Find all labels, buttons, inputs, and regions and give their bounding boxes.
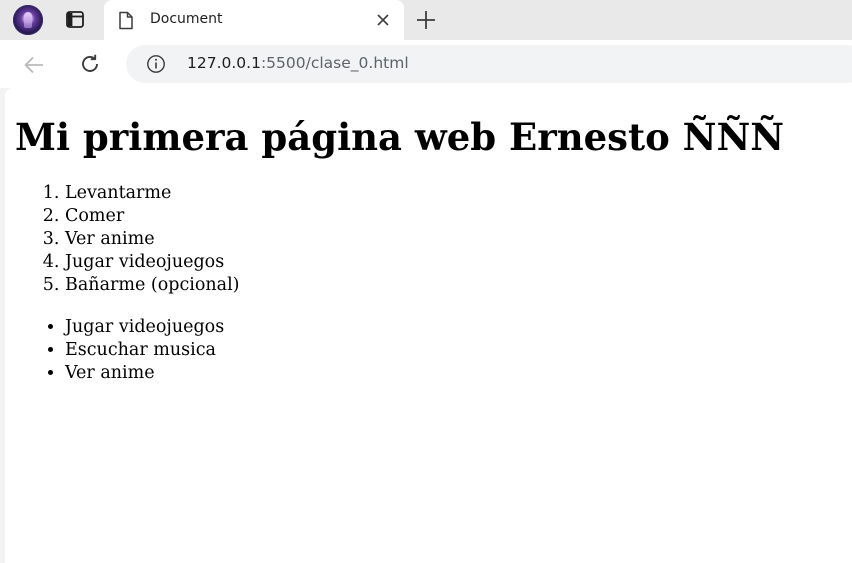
- document-icon: [119, 11, 133, 30]
- ordered-list: Levantarme Comer Ver anime Jugar videoju…: [15, 182, 852, 297]
- unordered-list-item: Ver anime: [65, 362, 852, 385]
- toolbar: 127.0.0.1:5500/clase_0.html: [0, 40, 852, 88]
- close-icon[interactable]: [374, 11, 392, 29]
- ordered-list-item: Levantarme: [65, 182, 852, 205]
- profile-avatar[interactable]: [13, 5, 43, 35]
- tab-strip: Document: [0, 0, 852, 40]
- reload-icon[interactable]: [78, 52, 102, 76]
- avatar-figure: [24, 12, 32, 28]
- unordered-list: Jugar videojuegos Escuchar musica Ver an…: [15, 316, 852, 385]
- address-bar[interactable]: 127.0.0.1:5500/clase_0.html: [126, 45, 852, 83]
- ordered-list-item: Comer: [65, 205, 852, 228]
- unordered-list-item: Jugar videojuegos: [65, 316, 852, 339]
- page-viewport: Mi primera página web Ernesto ÑÑÑ Levant…: [5, 88, 852, 563]
- site-info-icon[interactable]: [146, 54, 166, 74]
- new-tab-icon[interactable]: [414, 8, 438, 32]
- tab-actions-button[interactable]: [60, 6, 90, 34]
- page-content: Mi primera página web Ernesto ÑÑÑ Levant…: [5, 114, 852, 385]
- tab-actions-icon: [66, 11, 84, 28]
- url-path: :5500/clase_0.html: [260, 54, 409, 72]
- unordered-list-item: Escuchar musica: [65, 339, 852, 362]
- page-heading: Mi primera página web Ernesto ÑÑÑ: [15, 115, 785, 159]
- url-host: 127.0.0.1: [187, 54, 261, 72]
- ordered-list-item: Jugar videojuegos: [65, 251, 852, 274]
- url-text: 127.0.0.1:5500/clase_0.html: [187, 54, 409, 72]
- back-arrow-icon[interactable]: [22, 53, 46, 77]
- ordered-list-item: Bañarme (opcional): [65, 274, 852, 297]
- ordered-list-item: Ver anime: [65, 228, 852, 251]
- tab-title: Document: [150, 11, 223, 27]
- tab-document[interactable]: Document: [104, 0, 404, 40]
